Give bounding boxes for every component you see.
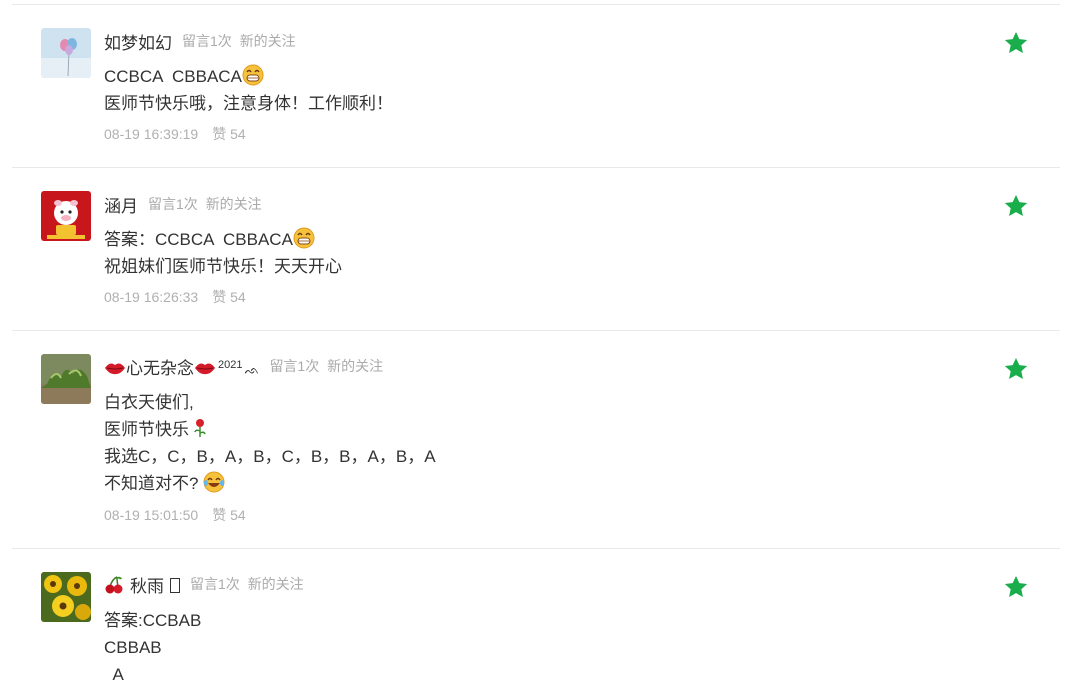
avatar[interactable] — [41, 572, 91, 622]
like-count[interactable]: 赞 54 — [212, 289, 245, 305]
missing-glyph-icon — [170, 577, 180, 593]
lips-icon — [104, 360, 126, 376]
star-icon[interactable] — [1003, 574, 1029, 600]
comment-line: 答案:CCBAB — [104, 611, 202, 630]
comment-meta: 留言1次 新的关注 — [190, 574, 304, 594]
like-count[interactable]: 赞 54 — [212, 507, 245, 523]
nickname[interactable]: 如梦如幻 — [104, 29, 172, 54]
comment-line: CBBAB — [104, 638, 162, 657]
comment-meta: 留言1次 新的关注 — [269, 356, 383, 376]
comment-body: CCBCA CBBACA 医师节快乐哦，注意身体！工作顺利！ — [104, 63, 393, 117]
comment-footer: 08-19 15:01:50 赞 54 — [104, 505, 246, 525]
comment-meta: 留言1次 新的关注 — [182, 31, 296, 51]
rose-icon — [193, 418, 207, 438]
star-icon[interactable] — [1003, 193, 1029, 219]
comment-line: A — [104, 665, 124, 684]
message-count-badge: 留言1次 — [148, 196, 198, 212]
star-icon[interactable] — [1003, 30, 1029, 56]
comment-line: 不知道对不? — [104, 474, 199, 493]
new-follower-badge: 新的关注 — [205, 196, 262, 212]
avatar[interactable] — [41, 28, 91, 78]
message-count-badge: 留言1次 — [190, 576, 240, 592]
comment-meta: 留言1次 新的关注 — [148, 194, 262, 214]
grin-emoji-icon — [293, 227, 315, 249]
comment-time: 08-19 15:01:50 — [104, 507, 199, 523]
comment-header: 如梦如幻 留言1次 新的关注 — [104, 29, 296, 53]
comment-time: 08-19 16:39:19 — [104, 126, 199, 142]
divider — [12, 167, 1060, 168]
comment-footer: 08-19 16:39:19 赞 54 — [104, 124, 246, 144]
avatar[interactable] — [41, 191, 91, 241]
comment-line: CCBCA CBBACA — [104, 67, 242, 86]
divider — [12, 4, 1060, 5]
comment-line: 祝姐妹们医师节快乐！天天开心 — [104, 257, 342, 276]
star-icon[interactable] — [1003, 356, 1029, 382]
comment-line: 医师节快乐哦，注意身体！工作顺利！ — [104, 94, 393, 113]
message-count-badge: 留言1次 — [269, 358, 320, 374]
comment-line: 白衣天使们, — [104, 393, 194, 412]
laugh-tears-emoji-icon — [203, 471, 225, 493]
lips-icon — [194, 360, 216, 376]
nickname[interactable]: 涵月 — [104, 192, 138, 217]
comment-line: 答案：CCBCA CBBACA — [104, 230, 293, 249]
comment-footer: 08-19 16:26:33 赞 54 — [104, 287, 246, 307]
comment-header: 秋雨 留言1次 新的关注 — [104, 572, 304, 596]
grin-emoji-icon — [242, 64, 264, 86]
like-count[interactable]: 赞 54 — [212, 126, 245, 142]
avatar[interactable] — [41, 354, 91, 404]
message-count-badge: 留言1次 — [182, 33, 232, 49]
comment-line: 我选C，C，B，A，B，C，B，B，A，B，A — [104, 447, 436, 466]
nickname[interactable]: 秋雨 — [104, 572, 180, 597]
comment-header: 心无杂念 2021 ᨒ 留言1次 新的关注 — [104, 354, 383, 378]
new-follower-badge: 新的关注 — [327, 358, 384, 374]
comment-body: 答案:CCBAB CBBAB A — [104, 607, 201, 688]
nickname[interactable]: 心无杂念 2021 ᨒ — [104, 354, 259, 379]
comment-header: 涵月 留言1次 新的关注 — [104, 192, 262, 216]
swirl-icon: ᨒ — [244, 362, 260, 377]
new-follower-badge: 新的关注 — [247, 576, 304, 592]
new-follower-badge: 新的关注 — [239, 33, 296, 49]
cherry-icon — [104, 575, 124, 595]
divider — [12, 548, 1060, 549]
comment-body: 答案：CCBCA CBBACA 祝姐妹们医师节快乐！天天开心 — [104, 226, 342, 280]
comment-time: 08-19 16:26:33 — [104, 289, 199, 305]
divider — [12, 330, 1060, 331]
comment-body: 白衣天使们, 医师节快乐 我选C，C，B，A，B，C，B，B，A，B，A 不知道… — [104, 389, 436, 497]
nickname-superscript: 2021 — [218, 358, 243, 371]
comment-line: 医师节快乐 — [104, 420, 189, 439]
